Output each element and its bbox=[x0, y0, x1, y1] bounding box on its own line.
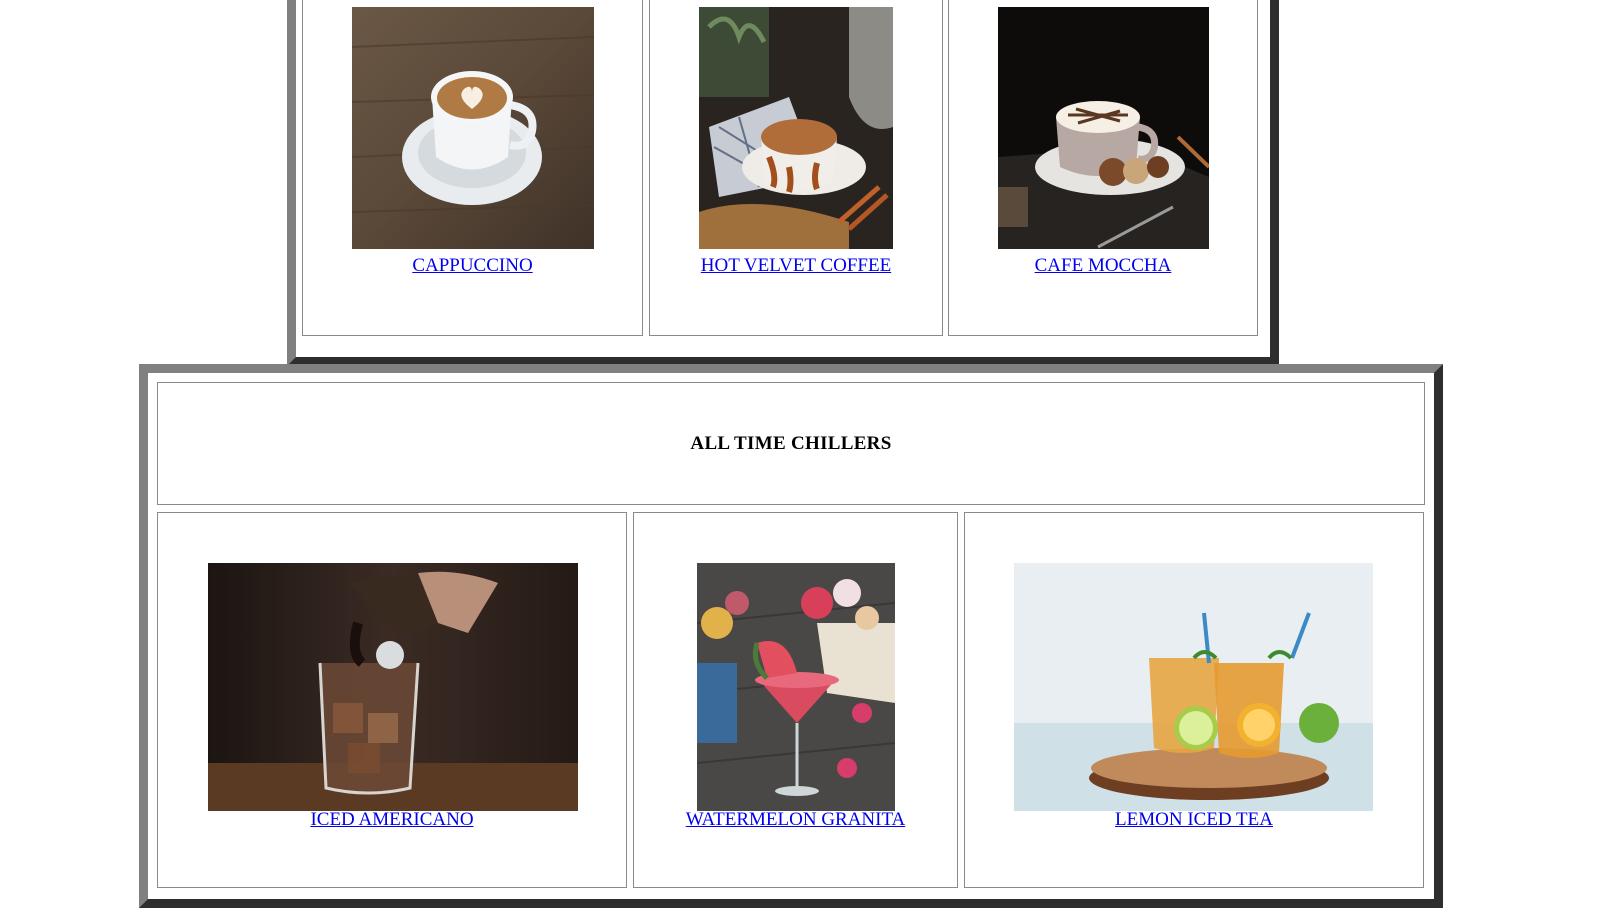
menu-item-lemon-iced-tea: LEMON ICED TEA bbox=[965, 809, 1423, 831]
cafe-moccha-image[interactable] bbox=[998, 7, 1209, 249]
watermelon-granita-image[interactable] bbox=[697, 563, 895, 811]
menu-item-cafe-moccha: CAFE MOCCHA bbox=[949, 255, 1257, 277]
chillers-heading: ALL TIME CHILLERS bbox=[690, 432, 892, 454]
menu-cell-cafe-moccha: CAFE MOCCHA bbox=[948, 0, 1258, 336]
menu-cell-cappuccino: CAPPUCCINO bbox=[302, 0, 643, 336]
menu-item-iced-americano: ICED AMERICANO bbox=[158, 809, 626, 831]
menu-cell-lemon-iced-tea: LEMON ICED TEA bbox=[964, 512, 1424, 888]
iced-americano-link[interactable]: ICED AMERICANO bbox=[310, 809, 473, 830]
chillers-table: ALL TIME CHILLERS ICED AMERICANO WATERME… bbox=[139, 364, 1443, 908]
cafe-moccha-link[interactable]: CAFE MOCCHA bbox=[1035, 255, 1172, 276]
cappuccino-link[interactable]: CAPPUCCINO bbox=[412, 255, 532, 276]
watermelon-granita-link[interactable]: WATERMELON GRANITA bbox=[686, 809, 906, 830]
menu-item-watermelon-granita: WATERMELON GRANITA bbox=[634, 809, 957, 831]
lemon-iced-tea-image[interactable] bbox=[1014, 563, 1373, 811]
iced-americano-image[interactable] bbox=[208, 563, 578, 811]
chillers-heading-cell: ALL TIME CHILLERS bbox=[157, 382, 1425, 505]
hot-velvet-coffee-image[interactable] bbox=[699, 7, 893, 249]
cappuccino-image[interactable] bbox=[352, 7, 594, 249]
menu-item-cappuccino: CAPPUCCINO bbox=[303, 255, 642, 277]
lemon-iced-tea-link[interactable]: LEMON ICED TEA bbox=[1115, 809, 1273, 830]
hot-drinks-table: CAPPUCCINO HOT VELVET COFFEE CAFE MOCCHA bbox=[287, 0, 1279, 366]
menu-cell-watermelon-granita: WATERMELON GRANITA bbox=[633, 512, 958, 888]
menu-cell-iced-americano: ICED AMERICANO bbox=[157, 512, 627, 888]
menu-item-hot-velvet-coffee: HOT VELVET COFFEE bbox=[650, 255, 942, 277]
menu-cell-hot-velvet-coffee: HOT VELVET COFFEE bbox=[649, 0, 943, 336]
hot-velvet-coffee-link[interactable]: HOT VELVET COFFEE bbox=[701, 255, 891, 276]
